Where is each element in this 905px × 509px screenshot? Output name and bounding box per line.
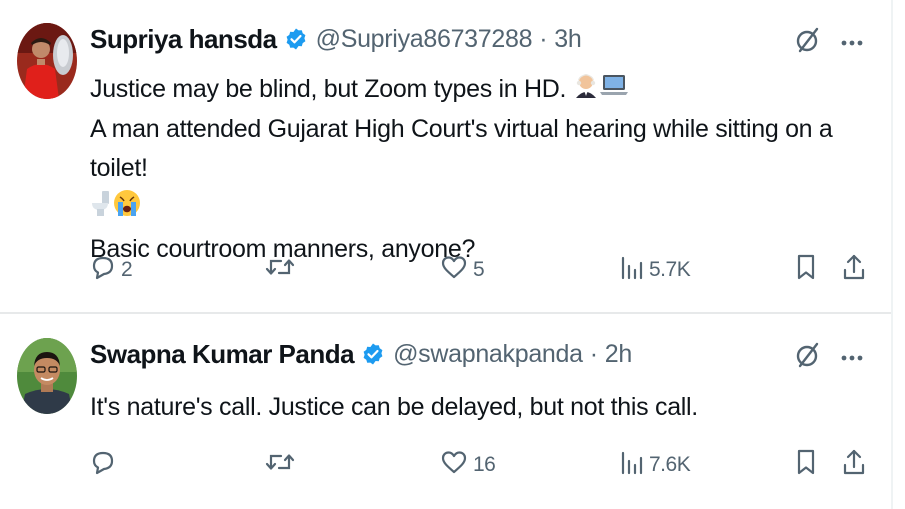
timestamp[interactable]: 3h xyxy=(554,25,582,54)
timestamp[interactable]: 2h xyxy=(605,340,633,369)
reply-button[interactable] xyxy=(90,445,116,485)
tweet-actions: 2 5 5.7K xyxy=(90,250,870,290)
grok-icon[interactable] xyxy=(795,341,821,374)
tweet-text: It's nature's call. Justice can be delay… xyxy=(90,388,880,427)
like-count: 5 xyxy=(473,258,485,281)
like-button[interactable]: 16 xyxy=(440,445,496,485)
views-count: 7.6K xyxy=(649,453,691,476)
views-icon xyxy=(620,449,644,481)
tweet-top-actions xyxy=(795,341,863,374)
bookmark-icon xyxy=(795,253,817,287)
handle[interactable]: @swapnakpanda xyxy=(393,340,583,369)
reply-icon xyxy=(90,254,116,286)
tweet-actions: 16 7.6K xyxy=(90,445,870,485)
more-icon[interactable] xyxy=(841,34,863,52)
tweet[interactable]: Swapna Kumar Panda @swapnakpanda · 2h It… xyxy=(0,315,891,509)
retweet-button[interactable] xyxy=(265,250,295,290)
toilet-emoji xyxy=(90,189,112,229)
tweet-line: It's nature's call. Justice can be delay… xyxy=(90,393,698,421)
retweet-icon xyxy=(265,449,295,481)
bookmark-button[interactable] xyxy=(795,445,817,485)
divider xyxy=(0,312,891,314)
heart-icon xyxy=(440,254,468,286)
tweet-header: Supriya hansda @Supriya86737288 · 3h xyxy=(90,21,582,57)
bookmark-button[interactable] xyxy=(795,250,817,290)
bookmark-icon xyxy=(795,448,817,482)
like-button[interactable]: 5 xyxy=(440,250,485,290)
judge-emoji xyxy=(573,70,599,110)
reply-icon xyxy=(90,449,116,481)
display-name[interactable]: Swapna Kumar Panda xyxy=(90,339,355,370)
handle[interactable]: @Supriya86737288 xyxy=(316,25,533,54)
share-icon xyxy=(842,253,866,287)
retweet-button[interactable] xyxy=(265,445,295,485)
reply-count: 2 xyxy=(121,258,133,281)
grok-icon[interactable] xyxy=(795,26,821,59)
avatar[interactable] xyxy=(17,23,77,99)
share-button[interactable] xyxy=(842,250,866,290)
display-name[interactable]: Supriya hansda xyxy=(90,24,277,55)
crying-face-emoji xyxy=(112,188,142,230)
verified-badge-icon xyxy=(284,27,308,51)
tweet-text: Justice may be blind, but Zoom types in … xyxy=(90,70,880,269)
views-count: 5.7K xyxy=(649,258,691,281)
laptop-emoji xyxy=(599,71,629,110)
views-icon xyxy=(620,254,644,286)
scroll-edge xyxy=(891,0,893,509)
share-icon xyxy=(842,448,866,482)
retweet-icon xyxy=(265,254,295,286)
tweet[interactable]: Supriya hansda @Supriya86737288 · 3h Jus… xyxy=(0,0,891,313)
tweet-top-actions xyxy=(795,26,863,59)
verified-badge-icon xyxy=(361,342,385,366)
like-count: 16 xyxy=(473,453,496,476)
tweet-line: Justice may be blind, but Zoom types in … xyxy=(90,75,567,103)
tweet-header: Swapna Kumar Panda @swapnakpanda · 2h xyxy=(90,336,632,372)
more-icon[interactable] xyxy=(841,349,863,367)
heart-icon xyxy=(440,449,468,481)
views-button[interactable]: 5.7K xyxy=(620,250,691,290)
reply-button[interactable]: 2 xyxy=(90,250,133,290)
tweet-line: A man attended Gujarat High Court's virt… xyxy=(90,115,833,183)
share-button[interactable] xyxy=(842,445,866,485)
avatar[interactable] xyxy=(17,338,77,414)
views-button[interactable]: 7.6K xyxy=(620,445,691,485)
separator: · xyxy=(589,339,598,368)
separator: · xyxy=(539,24,548,53)
